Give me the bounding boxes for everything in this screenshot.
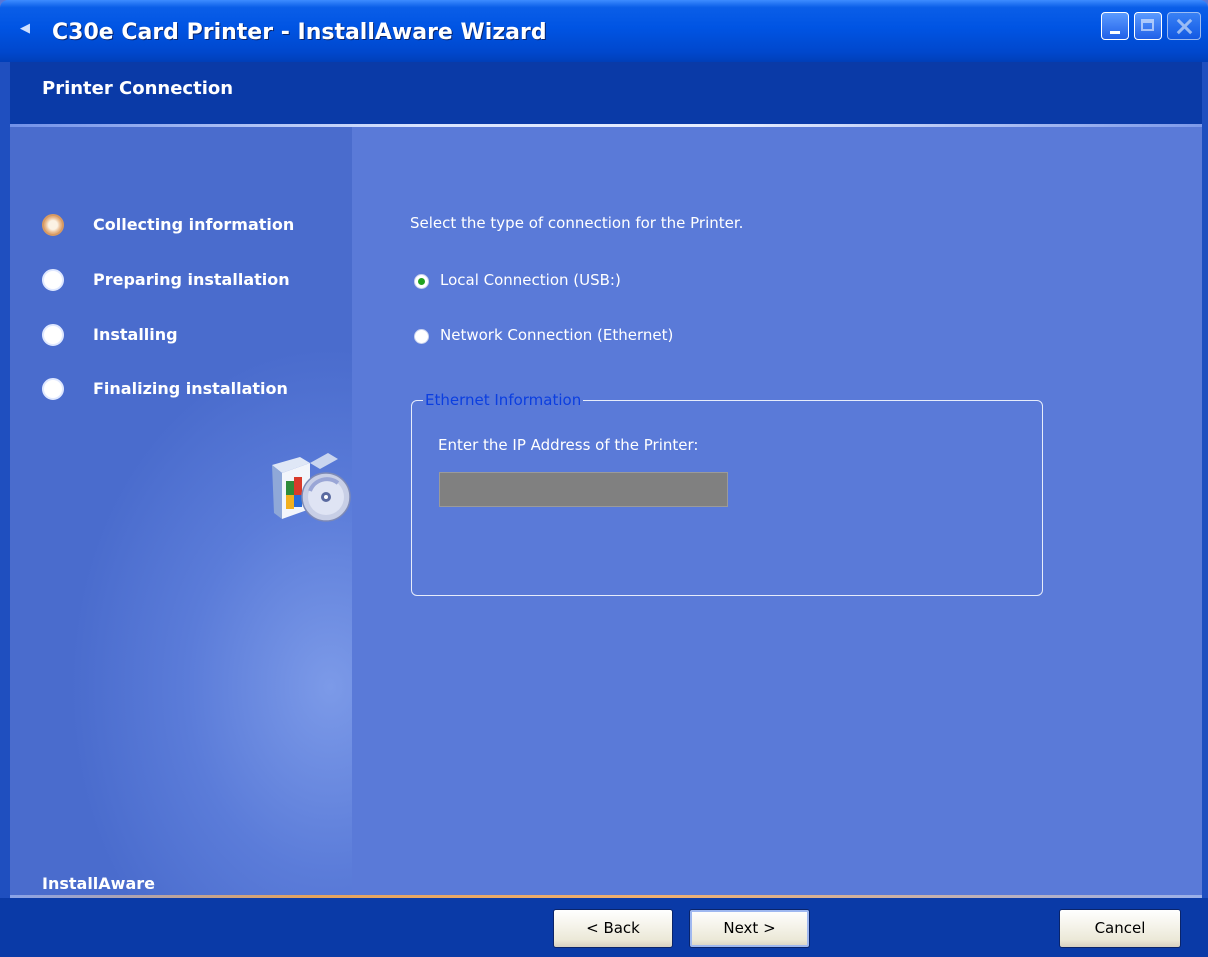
- app-icon: ◀: [20, 21, 30, 36]
- step-bullet-icon: [42, 324, 64, 346]
- software-box-cd-icon: [272, 453, 351, 522]
- ip-address-input[interactable]: [439, 472, 728, 507]
- step-bullet-icon: [42, 378, 64, 400]
- group-title: Ethernet Information: [423, 391, 584, 409]
- next-button[interactable]: Next >: [689, 909, 810, 948]
- radio-checked-icon[interactable]: [414, 274, 429, 289]
- window-title: C30e Card Printer - InstallAware Wizard: [52, 20, 547, 45]
- cancel-button[interactable]: Cancel: [1059, 909, 1181, 948]
- radio-unchecked-icon[interactable]: [414, 329, 429, 344]
- step-label: Collecting information: [93, 215, 295, 234]
- title-bar[interactable]: ◀ C30e Card Printer - InstallAware Wizar…: [0, 0, 1208, 62]
- radio-label[interactable]: Network Connection (Ethernet): [440, 326, 673, 344]
- ip-address-label: Enter the IP Address of the Printer:: [438, 436, 699, 454]
- instruction-text: Select the type of connection for the Pr…: [410, 214, 744, 232]
- radio-label[interactable]: Local Connection (USB:): [440, 271, 621, 289]
- window-border-left: [0, 62, 10, 957]
- page-title: Printer Connection: [42, 78, 234, 99]
- step-bullet-icon: [42, 269, 64, 291]
- window-border-right: [1202, 62, 1208, 957]
- close-button: [1167, 12, 1201, 40]
- installer-window: ◀ C30e Card Printer - InstallAware Wizar…: [0, 0, 1208, 957]
- back-button[interactable]: < Back: [553, 909, 673, 948]
- step-label: Preparing installation: [93, 270, 290, 289]
- step-active-bullet-icon: [42, 214, 64, 236]
- installaware-brand: InstallAware: [42, 874, 155, 893]
- step-label: Installing: [93, 325, 178, 344]
- minimize-button[interactable]: [1101, 12, 1129, 40]
- maximize-button: [1134, 12, 1162, 40]
- step-label: Finalizing installation: [93, 379, 288, 398]
